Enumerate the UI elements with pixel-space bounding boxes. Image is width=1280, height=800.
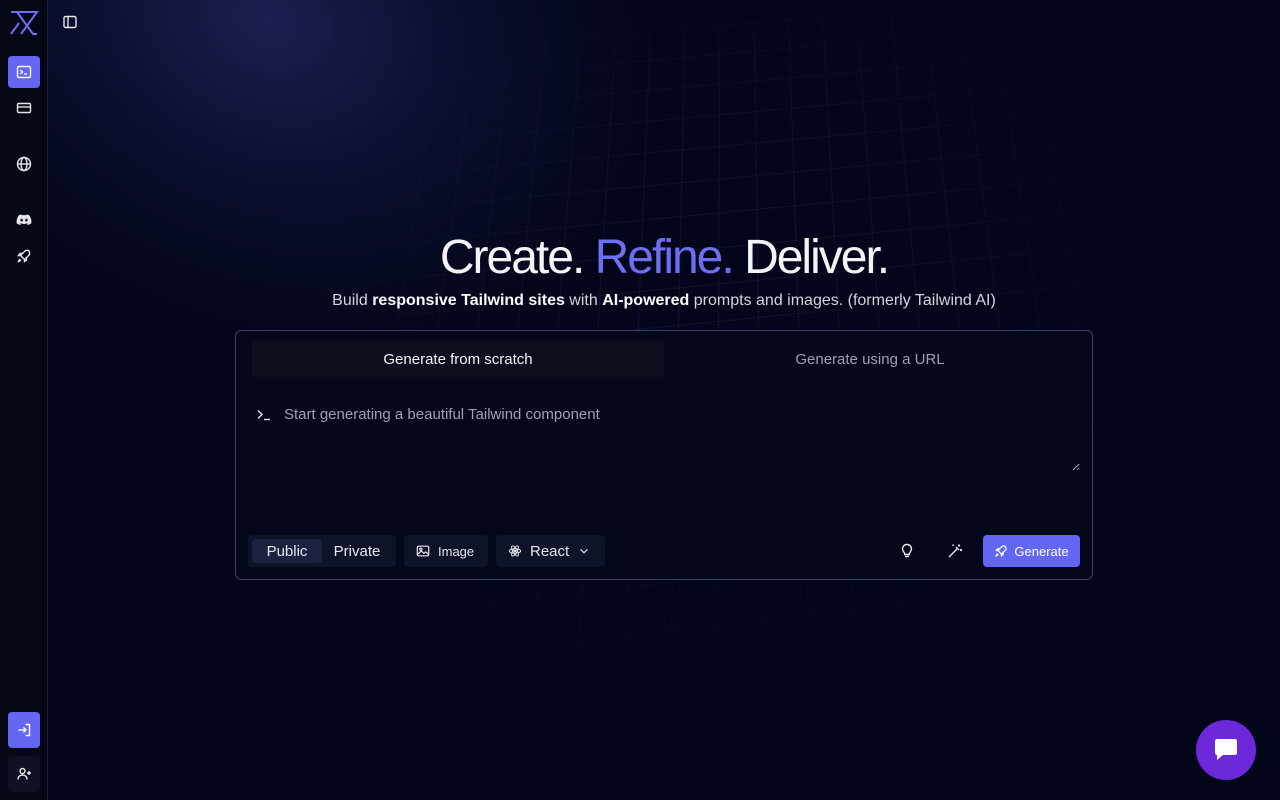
globe-icon	[16, 156, 32, 172]
image-button-label: Image	[438, 543, 475, 559]
framework-label: React	[530, 542, 570, 560]
sidebar-item-discord[interactable]	[8, 204, 40, 236]
sidebar	[0, 0, 48, 800]
title-refine: Refine.	[594, 231, 735, 284]
subtitle-highlight: AI-powered	[602, 292, 690, 309]
sign-in-button[interactable]	[8, 712, 40, 748]
generator-card: Generate from scratch Generate using a U…	[235, 330, 1093, 580]
page-subtitle: Build responsive Tailwind sites with AI-…	[48, 292, 1280, 310]
main-area: Create. Refine. Deliver. Build responsiv…	[48, 0, 1280, 800]
title-create: Create.	[439, 231, 585, 284]
framework-select[interactable]: React	[496, 535, 605, 567]
generator-tabs: Generate from scratch Generate using a U…	[252, 341, 1076, 377]
terminal-icon	[16, 65, 32, 79]
discord-icon	[16, 214, 32, 225]
subtitle-text: prompts and images. (formerly Tailwind A…	[689, 292, 996, 309]
chevron-down-icon	[580, 548, 589, 554]
title-deliver: Deliver.	[744, 231, 890, 284]
ideas-button[interactable]	[891, 535, 923, 567]
logo-icon[interactable]	[8, 9, 40, 37]
credit-card-icon	[16, 102, 32, 114]
toggle-sidebar-button[interactable]	[60, 12, 80, 32]
tab-generate-using-url[interactable]: Generate using a URL	[664, 341, 1076, 377]
sidebar-item-generate[interactable]	[8, 56, 40, 88]
subtitle-text: Build	[332, 292, 373, 309]
tab-generate-from-scratch[interactable]: Generate from scratch	[252, 341, 664, 377]
image-upload-button[interactable]: Image	[404, 535, 488, 567]
user-plus-icon	[17, 767, 31, 780]
prompt-icon	[257, 410, 270, 421]
sign-in-icon	[18, 723, 31, 737]
visibility-toggle: Public Private	[248, 535, 396, 567]
subtitle-text: with	[564, 292, 603, 309]
sidebar-item-billing[interactable]	[8, 92, 40, 124]
subtitle-highlight: responsive Tailwind sites	[372, 292, 565, 309]
sidebar-item-launch[interactable]	[8, 240, 40, 272]
page-title: Create. Refine. Deliver.	[48, 230, 1280, 285]
generate-button[interactable]: Generate	[983, 535, 1080, 567]
react-icon	[508, 545, 522, 557]
sidebar-item-explore[interactable]	[8, 148, 40, 180]
lightbulb-icon	[901, 543, 913, 558]
magic-wand-icon	[948, 544, 962, 558]
rocket-icon	[995, 545, 1007, 558]
generate-button-label: Generate	[1014, 543, 1069, 559]
image-icon	[416, 545, 430, 557]
prompt-input[interactable]	[284, 397, 1080, 471]
chat-icon	[1215, 739, 1237, 760]
visibility-public[interactable]: Public	[252, 539, 322, 563]
sidebar-toggle-icon	[63, 15, 77, 29]
sign-up-button[interactable]	[8, 756, 40, 792]
rocket-icon	[17, 249, 31, 263]
visibility-private[interactable]: Private	[322, 539, 392, 563]
enhance-prompt-button[interactable]	[939, 535, 971, 567]
chat-support-button[interactable]	[1196, 720, 1256, 780]
